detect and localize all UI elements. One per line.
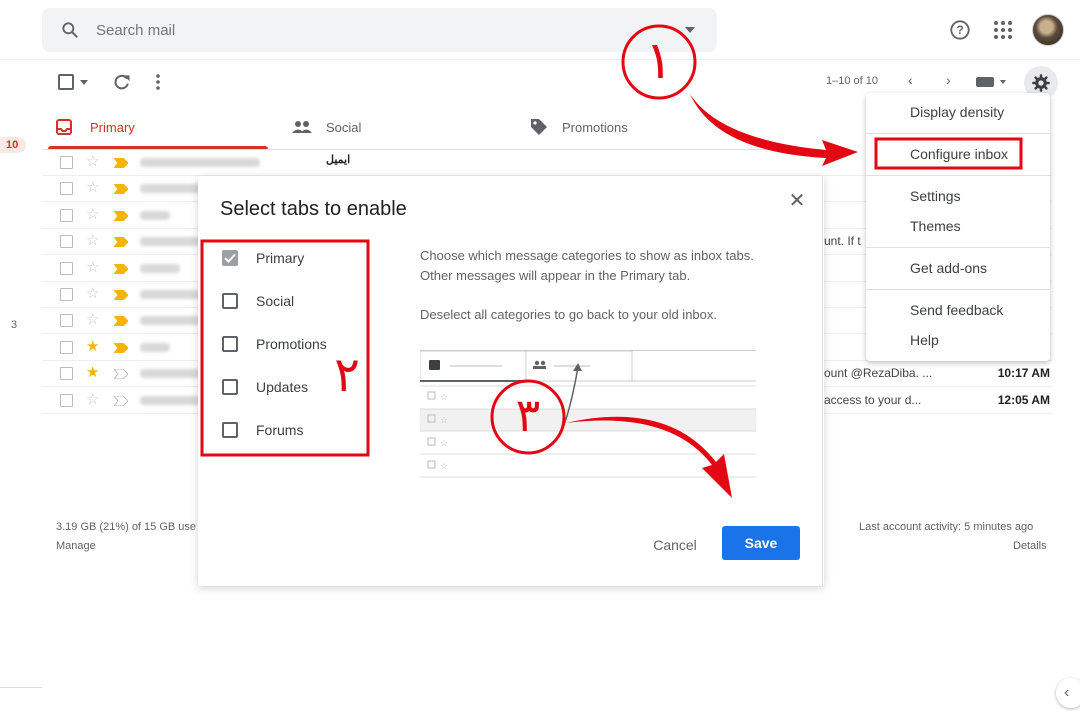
annotation-arrow-3	[566, 416, 732, 498]
annotation-number-2: ٢	[334, 347, 360, 403]
annotation-arrow-1	[690, 94, 858, 166]
annotation-number-1: ١	[645, 31, 673, 91]
annotation-overlay	[200, 24, 1023, 498]
annotation-number-3: ٣	[515, 388, 541, 442]
annotation-box-configure-inbox	[874, 137, 1023, 170]
